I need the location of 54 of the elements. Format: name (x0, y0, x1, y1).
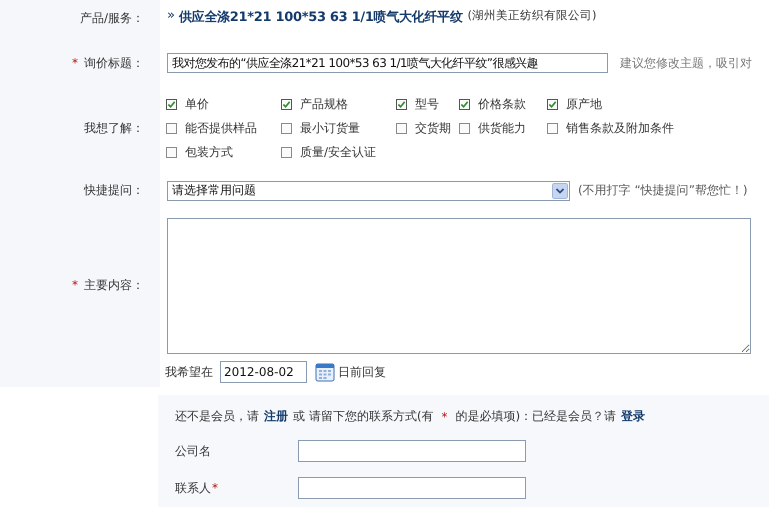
checkbox[interactable] (396, 98, 407, 110)
checkbox[interactable] (166, 98, 177, 110)
checkbox[interactable] (547, 98, 558, 110)
checkbox[interactable] (281, 98, 292, 110)
content-field[interactable] (167, 218, 751, 354)
checkbox[interactable] (459, 122, 470, 134)
required-mark: * (72, 56, 78, 70)
option-label: 交货期 (415, 120, 451, 136)
field-label: 我想了解： (84, 120, 144, 136)
question-dropdown[interactable]: 请选择常用问题 (167, 180, 570, 200)
intro-text: 或 请留下您的联系方式(有 (293, 408, 434, 425)
date-label: 日前回复 (338, 364, 386, 380)
field-label: 产品/服务： (80, 10, 144, 27)
option-label: 销售条款及附加条件 (566, 120, 674, 136)
field-label: 联系人 (175, 480, 211, 494)
link[interactable]: 注册 (264, 408, 288, 425)
intro-text: 的是必填项)：已经是会员？请 (456, 408, 616, 425)
subject-field[interactable]: 我对您发布的“供应全涤21*21 100*53 63 1/1喷气大化纤平纹”很感兴趣 (167, 53, 608, 73)
date-label: 我希望在 (165, 364, 213, 380)
company-name: (湖州美正纺织有限公司) (467, 8, 596, 23)
option-label: 原产地 (566, 96, 602, 112)
option-label: 产品规格 (300, 96, 348, 112)
option-label: 型号 (415, 96, 439, 112)
checkbox[interactable] (459, 98, 470, 110)
checkbox[interactable] (166, 146, 177, 158)
product-name: 供应全涤21*21 100*53 63 1/1喷气大化纤平纹 (178, 8, 462, 26)
text-field[interactable] (298, 477, 526, 499)
option-label: 最小订货量 (300, 120, 360, 136)
option-label: 能否提供样品 (185, 120, 257, 136)
calendar-icon[interactable] (315, 362, 335, 382)
checkbox[interactable] (166, 122, 177, 134)
option-label: 单价 (185, 96, 209, 112)
hint-text: (不用打字 “快捷提问”帮您忙！) (578, 182, 748, 199)
option-label: 供货能力 (478, 120, 526, 136)
checkbox[interactable] (281, 146, 292, 158)
field-label: 快捷提问： (84, 182, 144, 199)
required-mark: * (212, 480, 218, 494)
field-label: 公司名 (175, 444, 211, 458)
required-mark: * (442, 410, 448, 424)
date-field[interactable]: 2012-08-02 (220, 361, 307, 383)
text-field[interactable] (298, 440, 526, 462)
required-mark: * (72, 278, 78, 292)
option-label: 包装方式 (185, 144, 233, 160)
field-label: 主要内容： (84, 276, 144, 294)
bullet-mark: » (167, 8, 175, 23)
option-label: 价格条款 (478, 96, 526, 112)
checkbox[interactable] (281, 122, 292, 134)
field-label: 询价标题： (84, 54, 144, 72)
hint-text: 建议您修改主题，吸引对 (620, 54, 752, 72)
checkbox[interactable] (396, 122, 407, 134)
checkbox[interactable] (547, 122, 558, 134)
intro-text: 还不是会员，请 (175, 408, 259, 425)
link[interactable]: 登录 (621, 408, 646, 425)
option-label: 质量/安全认证 (300, 144, 376, 160)
